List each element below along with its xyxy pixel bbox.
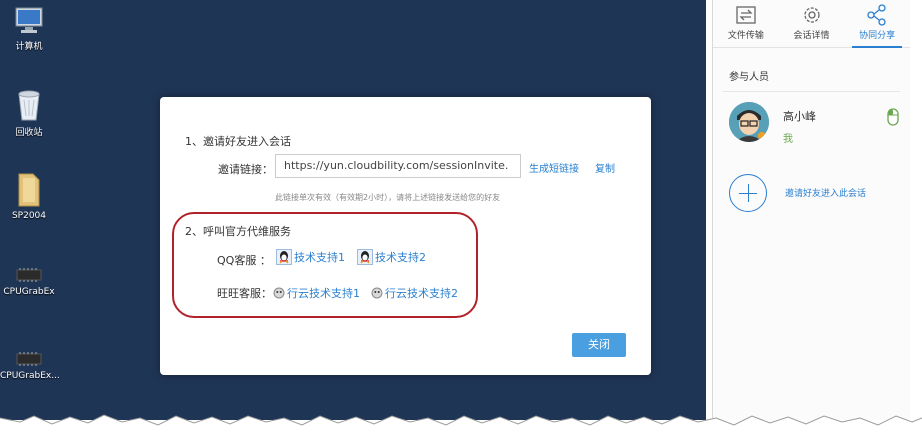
tab-session-details[interactable]: 会话详情	[779, 0, 845, 47]
participant-self-tag: 我	[783, 134, 793, 145]
invite-friend-label: 邀请好友进入此会话	[785, 189, 867, 199]
chip-icon	[16, 268, 42, 282]
folder-icon	[18, 173, 40, 207]
panel-tabs: 文件传输 会话详情 协同分享	[713, 0, 910, 48]
session-panel: 文件传输 会话详情 协同分享 参与人员 高小峰 我 邀请好友进入此会话	[712, 0, 910, 420]
participant-name: 高小峰	[783, 110, 816, 123]
chip-icon	[16, 352, 42, 366]
wangwang-icon	[371, 287, 383, 299]
desktop-icon-label: CPUGrabEx...	[0, 371, 60, 381]
desktop-icon-folder[interactable]: SP2004	[0, 172, 58, 221]
tab-collaborative-share[interactable]: 协同分享	[844, 0, 910, 48]
avatar	[729, 102, 769, 142]
section-title-support: 2、呼叫官方代维服务	[185, 225, 291, 238]
desktop-icon-computer[interactable]: 计算机	[0, 6, 58, 52]
wangwang-support-label: 旺旺客服：	[217, 287, 272, 300]
invite-link-field[interactable]: https://yun.cloudbility.com/sessionInvit…	[275, 154, 521, 178]
generate-short-link-button[interactable]: 生成短链接	[529, 160, 579, 175]
close-button[interactable]: 关闭	[572, 333, 626, 357]
wangwang-support-2-label: 行云技术支持2	[385, 287, 458, 300]
desktop-icon-label: 计算机	[15, 42, 43, 52]
wangwang-support-2-link[interactable]: 行云技术支持2	[371, 285, 458, 301]
copy-link-button[interactable]: 复制	[595, 160, 615, 175]
invite-link-label: 邀请链接：	[218, 163, 273, 176]
invite-dialog: 1、邀请好友进入会话 邀请链接： https://yun.cloudbility…	[160, 97, 651, 375]
invite-friend-button[interactable]: 邀请好友进入此会话	[729, 172, 909, 214]
user-avatar-icon	[729, 102, 769, 142]
wangwang-support-1-label: 行云技术支持1	[287, 287, 360, 300]
participant-item[interactable]: 高小峰 我	[729, 102, 899, 146]
desktop-icon-cpugrabex-2[interactable]: CPUGrabEx...	[0, 350, 60, 381]
add-icon	[729, 174, 767, 212]
computer-icon	[15, 7, 43, 33]
desktop-icon-recycle-bin[interactable]: 回收站	[0, 88, 58, 138]
qq-support-label: QQ客服 ：	[217, 254, 271, 267]
desktop-icon-label: 回收站	[15, 128, 43, 138]
wangwang-support-1-link[interactable]: 行云技术支持1	[273, 285, 360, 301]
qq-support-2-link[interactable]: 技术支持2	[357, 249, 426, 265]
gear-icon	[803, 7, 820, 23]
torn-edge-decoration	[0, 414, 922, 444]
desktop-icon-cpugrabex[interactable]: CPUGrabEx	[0, 266, 58, 297]
tab-label: 会话详情	[793, 31, 830, 41]
desktop-icon-label: SP2004	[11, 211, 47, 221]
qq-icon	[357, 249, 373, 265]
tab-label: 文件传输	[727, 31, 764, 41]
file-transfer-icon	[736, 6, 756, 24]
link-validity-note: 此链接单次有效（有效期2小时），请将上述链接发送给您的好友	[275, 193, 501, 202]
qq-support-2-label: 技术支持2	[375, 251, 426, 264]
tab-file-transfer[interactable]: 文件传输	[713, 0, 779, 47]
participants-title: 参与人员	[729, 72, 769, 83]
desktop-icon-label: CPUGrabEx	[3, 287, 55, 297]
wangwang-icon	[273, 287, 285, 299]
share-icon	[867, 4, 886, 26]
divider	[723, 91, 900, 92]
section-title-invite: 1、邀请好友进入会话	[185, 135, 291, 148]
mouse-icon	[887, 108, 899, 126]
tab-label: 协同分享	[859, 31, 896, 41]
qq-support-1-link[interactable]: 技术支持1	[276, 249, 345, 265]
recycle-bin-icon	[18, 90, 40, 121]
qq-icon	[276, 249, 292, 265]
qq-support-1-label: 技术支持1	[294, 251, 345, 264]
